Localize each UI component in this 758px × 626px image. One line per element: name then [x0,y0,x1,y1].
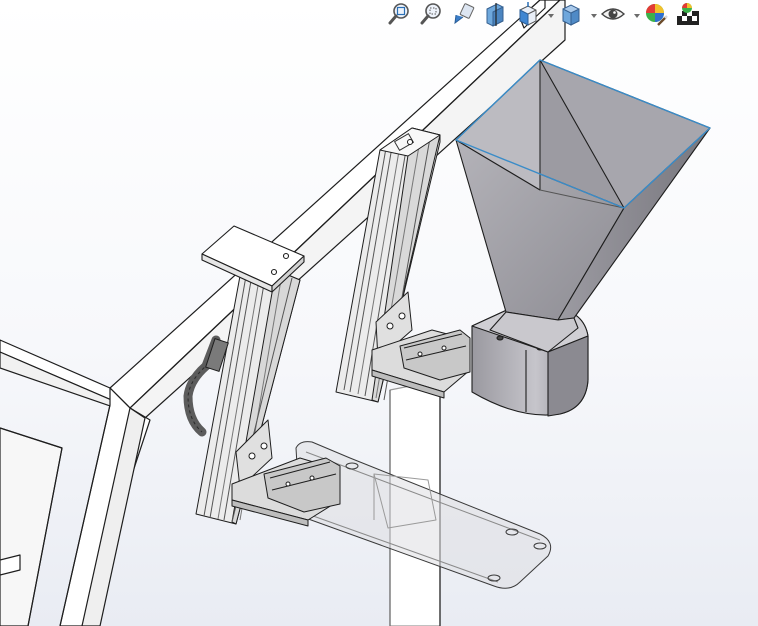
display-style-button[interactable] [557,1,587,29]
display-style-dropdown[interactable] [589,1,598,29]
apply-scene-button[interactable] [675,1,705,29]
hopper-funnel[interactable] [455,59,711,353]
view-orientation-dropdown[interactable] [546,1,555,29]
edit-appearance-button[interactable] [643,1,673,29]
graphics-area[interactable] [0,0,758,626]
previous-view-button[interactable] [450,1,480,29]
appearance-ball-icon [646,4,668,26]
zoom-to-fit-button[interactable] [386,1,416,29]
view-orientation-icon [519,2,537,26]
zoom-to-area-icon [420,3,441,25]
model-view[interactable] [0,0,758,626]
hide-show-items-dropdown[interactable] [632,1,641,29]
eye-icon [600,8,626,20]
section-view-icon [486,3,504,27]
scene-icon [677,3,699,25]
view-orientation-button[interactable] [514,1,544,29]
zoom-to-fit-icon [388,3,409,25]
previous-view-icon [454,3,475,25]
display-style-icon [562,4,580,26]
zoom-to-area-button[interactable] [418,1,448,29]
section-view-button[interactable] [482,1,512,29]
heads-up-view-toolbar [386,0,705,30]
hide-show-items-button[interactable] [600,1,630,29]
